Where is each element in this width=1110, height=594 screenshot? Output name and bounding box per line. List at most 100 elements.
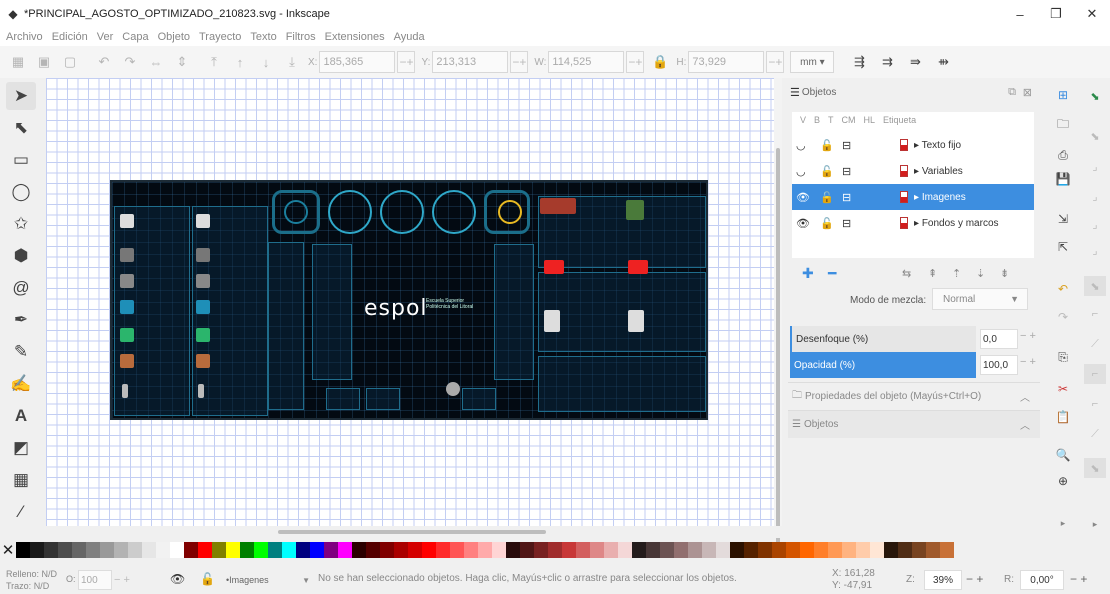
visibility-eye-icon[interactable]: 👁 (796, 191, 810, 204)
lower-icon[interactable]: ↓ (256, 52, 276, 72)
zoom-field[interactable]: 39% (924, 570, 962, 590)
lock-icon[interactable]: 🔓 (820, 139, 834, 152)
raise-to-top-icon[interactable]: ⤒ (204, 52, 224, 72)
color-swatch[interactable] (240, 542, 254, 558)
chevron-up-icon[interactable]: ︿ (1020, 389, 1030, 404)
move-to-layer-icon[interactable]: ⇆ (902, 267, 911, 280)
snap-paths-icon[interactable]: ⌐ (1084, 304, 1106, 324)
scale-corners-icon[interactable]: ⇉ (876, 51, 898, 73)
canvas-horizontal-scrollbar[interactable] (46, 526, 782, 538)
raise-layer-icon[interactable]: ⇡ (952, 267, 961, 280)
color-swatch[interactable] (380, 542, 394, 558)
menu-ver[interactable]: Ver (97, 31, 114, 43)
3d-box-tool-icon[interactable]: ⬢ (6, 242, 36, 270)
color-swatch[interactable] (128, 542, 142, 558)
open-icon[interactable]: 🗀 (1054, 116, 1072, 134)
objects-section[interactable]: ☰ Objetos ︿ (788, 410, 1040, 438)
color-swatch[interactable] (310, 542, 324, 558)
layer-row[interactable]: ◡ 🔓 ⊟ ▸ Variables (792, 158, 1034, 184)
color-swatch[interactable] (926, 542, 940, 558)
mesh-tool-icon[interactable]: ▦ (6, 466, 36, 494)
lower-layer-icon[interactable]: ⇣ (976, 267, 985, 280)
selector-tool-icon[interactable]: ➤ (6, 82, 36, 110)
color-swatch[interactable] (492, 542, 506, 558)
layer-row[interactable]: ◡ 🔓 ⊟ ▸ Texto fijo (792, 132, 1034, 158)
color-swatch[interactable] (58, 542, 72, 558)
opacity-field[interactable]: 100 (78, 570, 112, 590)
color-swatch[interactable] (576, 542, 590, 558)
color-swatch[interactable] (422, 542, 436, 558)
dropper-tool-icon[interactable]: ⁄ (6, 498, 36, 526)
highlight-swatch[interactable] (900, 165, 908, 177)
fill-stroke-indicator[interactable]: Relleno: N/D Trazo: N/D (6, 568, 57, 592)
color-swatch[interactable] (618, 542, 632, 558)
opacity-stepper[interactable]: − + (1020, 356, 1036, 368)
move-patterns-icon[interactable]: ⇻ (932, 51, 954, 73)
object-properties-section[interactable]: 🗀 Propiedades del objeto (Mayús+Ctrl+O) … (788, 382, 1040, 410)
calligraphy-tool-icon[interactable]: ✍ (6, 370, 36, 398)
opacity-stepper-status[interactable]: − + (114, 574, 130, 586)
color-swatch[interactable] (296, 542, 310, 558)
color-swatch[interactable] (282, 542, 296, 558)
current-layer-select[interactable]: •Imagenes ▼ (224, 570, 312, 590)
color-swatch[interactable] (44, 542, 58, 558)
menu-extensiones[interactable]: Extensiones (325, 31, 385, 43)
remove-layer-icon[interactable]: ━ (828, 265, 836, 282)
snap-smooth-icon[interactable]: ⌐ (1084, 394, 1106, 414)
color-swatch[interactable] (436, 542, 450, 558)
menu-capa[interactable]: Capa (122, 31, 148, 43)
layer-lock-icon[interactable]: 🔓 (200, 572, 215, 586)
color-swatch[interactable] (408, 542, 422, 558)
color-swatch[interactable] (520, 542, 534, 558)
color-swatch[interactable] (674, 542, 688, 558)
color-swatch[interactable] (772, 542, 786, 558)
color-swatch[interactable] (352, 542, 366, 558)
snap-expand-icon[interactable]: ▸ (1084, 514, 1106, 534)
new-document-icon[interactable]: ⊞ (1054, 86, 1072, 104)
redo-icon[interactable]: ↷ (1054, 308, 1072, 326)
raise-to-top-layer-icon[interactable]: ⇞ (928, 267, 937, 280)
pen-tool-icon[interactable]: ✒ (6, 306, 36, 334)
color-swatch[interactable] (660, 542, 674, 558)
color-swatch[interactable] (156, 542, 170, 558)
color-swatch[interactable] (100, 542, 114, 558)
raise-icon[interactable]: ↑ (230, 52, 250, 72)
node-tool-icon[interactable]: ⬉ (6, 114, 36, 142)
no-paint-icon[interactable]: ✕ (0, 542, 16, 559)
rectangle-tool-icon[interactable]: ▭ (6, 146, 36, 174)
zoom-icon[interactable]: 🔍 (1054, 446, 1072, 464)
color-swatch[interactable] (870, 542, 884, 558)
panel-close-icon[interactable]: ⊠ (1023, 86, 1032, 99)
color-swatch[interactable] (184, 542, 198, 558)
color-swatch[interactable] (856, 542, 870, 558)
color-swatch[interactable] (716, 542, 730, 558)
color-swatch[interactable] (758, 542, 772, 558)
vertical-scroll-thumb[interactable] (776, 148, 780, 546)
snap-grid-icon[interactable]: ⬊ (1084, 458, 1106, 478)
zoom-stepper[interactable]: − + (966, 572, 983, 586)
layer-row-selected[interactable]: 👁 🔓 ⊟ ▸ Imagenes (792, 184, 1034, 210)
color-swatch[interactable] (478, 542, 492, 558)
highlight-swatch[interactable] (900, 139, 908, 151)
print-icon[interactable]: ⎙ (1054, 146, 1072, 164)
color-swatch[interactable] (16, 542, 30, 558)
color-swatch[interactable] (86, 542, 100, 558)
color-swatch[interactable] (940, 542, 954, 558)
color-swatch[interactable] (604, 542, 618, 558)
rotation-stepper[interactable]: − + (1070, 572, 1087, 586)
spiral-tool-icon[interactable]: @ (6, 274, 36, 302)
color-swatch[interactable] (198, 542, 212, 558)
close-button[interactable]: ✕ (1074, 0, 1110, 28)
lock-icon[interactable]: 🔓 (820, 217, 834, 230)
color-swatch[interactable] (114, 542, 128, 558)
menu-filtros[interactable]: Filtros (286, 31, 316, 43)
import-icon[interactable]: ⇲ (1054, 210, 1072, 228)
lower-to-bottom-icon[interactable]: ⤓ (282, 52, 302, 72)
x-field[interactable]: 185,365 (319, 51, 396, 73)
color-swatch[interactable] (338, 542, 352, 558)
color-swatch[interactable] (786, 542, 800, 558)
color-swatch[interactable] (814, 542, 828, 558)
layer-row[interactable]: 👁 🔓 ⊟ ▸ Fondos y marcos (792, 210, 1034, 236)
color-swatch[interactable] (842, 542, 856, 558)
color-swatch[interactable] (562, 542, 576, 558)
